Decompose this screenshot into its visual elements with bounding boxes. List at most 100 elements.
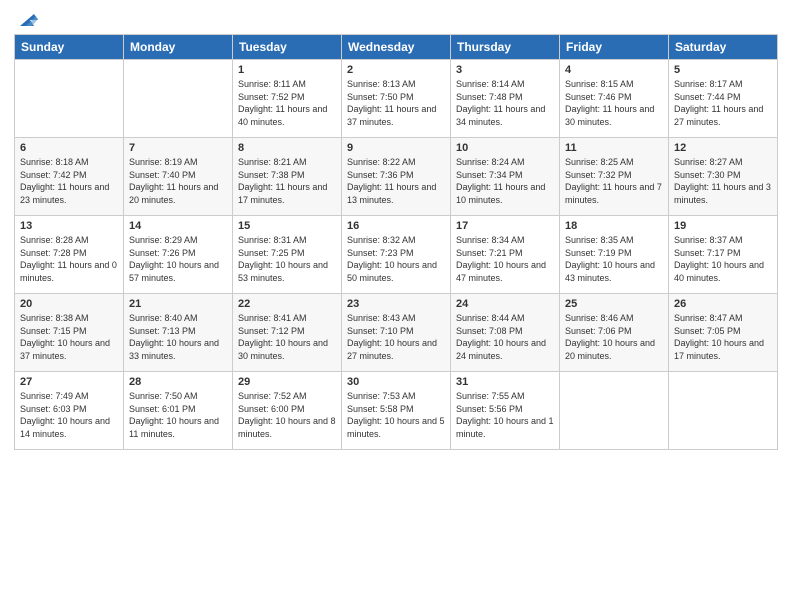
day-info: Sunrise: 8:11 AMSunset: 7:52 PMDaylight:… [238, 79, 327, 127]
calendar-cell: 5 Sunrise: 8:17 AMSunset: 7:44 PMDayligh… [669, 60, 778, 138]
calendar-cell: 23 Sunrise: 8:43 AMSunset: 7:10 PMDaylig… [342, 294, 451, 372]
day-info: Sunrise: 8:27 AMSunset: 7:30 PMDaylight:… [674, 157, 771, 205]
day-number: 22 [238, 298, 336, 310]
day-number: 12 [674, 142, 772, 154]
calendar-cell: 29 Sunrise: 7:52 AMSunset: 6:00 PMDaylig… [233, 372, 342, 450]
day-number: 24 [456, 298, 554, 310]
day-number: 9 [347, 142, 445, 154]
day-number: 26 [674, 298, 772, 310]
logo-icon [16, 10, 38, 28]
calendar-cell: 16 Sunrise: 8:32 AMSunset: 7:23 PMDaylig… [342, 216, 451, 294]
calendar-cell: 25 Sunrise: 8:46 AMSunset: 7:06 PMDaylig… [560, 294, 669, 372]
calendar-cell [124, 60, 233, 138]
day-number: 11 [565, 142, 663, 154]
day-info: Sunrise: 8:22 AMSunset: 7:36 PMDaylight:… [347, 157, 436, 205]
calendar-cell: 31 Sunrise: 7:55 AMSunset: 5:56 PMDaylig… [451, 372, 560, 450]
calendar-cell [669, 372, 778, 450]
day-number: 3 [456, 64, 554, 76]
day-info: Sunrise: 8:14 AMSunset: 7:48 PMDaylight:… [456, 79, 545, 127]
calendar-cell: 19 Sunrise: 8:37 AMSunset: 7:17 PMDaylig… [669, 216, 778, 294]
calendar-cell: 12 Sunrise: 8:27 AMSunset: 7:30 PMDaylig… [669, 138, 778, 216]
day-number: 30 [347, 376, 445, 388]
calendar-cell: 1 Sunrise: 8:11 AMSunset: 7:52 PMDayligh… [233, 60, 342, 138]
weekday-header-monday: Monday [124, 35, 233, 60]
calendar-cell: 22 Sunrise: 8:41 AMSunset: 7:12 PMDaylig… [233, 294, 342, 372]
day-number: 23 [347, 298, 445, 310]
calendar-cell: 27 Sunrise: 7:49 AMSunset: 6:03 PMDaylig… [15, 372, 124, 450]
calendar-cell: 17 Sunrise: 8:34 AMSunset: 7:21 PMDaylig… [451, 216, 560, 294]
calendar-cell: 20 Sunrise: 8:38 AMSunset: 7:15 PMDaylig… [15, 294, 124, 372]
day-number: 29 [238, 376, 336, 388]
day-number: 25 [565, 298, 663, 310]
page-header [14, 10, 778, 26]
day-number: 17 [456, 220, 554, 232]
day-info: Sunrise: 8:40 AMSunset: 7:13 PMDaylight:… [129, 313, 219, 361]
day-info: Sunrise: 8:17 AMSunset: 7:44 PMDaylight:… [674, 79, 763, 127]
calendar-cell: 2 Sunrise: 8:13 AMSunset: 7:50 PMDayligh… [342, 60, 451, 138]
day-number: 14 [129, 220, 227, 232]
day-info: Sunrise: 8:47 AMSunset: 7:05 PMDaylight:… [674, 313, 764, 361]
day-info: Sunrise: 8:29 AMSunset: 7:26 PMDaylight:… [129, 235, 219, 283]
day-info: Sunrise: 8:18 AMSunset: 7:42 PMDaylight:… [20, 157, 109, 205]
day-info: Sunrise: 8:41 AMSunset: 7:12 PMDaylight:… [238, 313, 328, 361]
day-info: Sunrise: 7:55 AMSunset: 5:56 PMDaylight:… [456, 391, 554, 439]
calendar-cell: 9 Sunrise: 8:22 AMSunset: 7:36 PMDayligh… [342, 138, 451, 216]
day-info: Sunrise: 7:52 AMSunset: 6:00 PMDaylight:… [238, 391, 336, 439]
calendar-cell: 18 Sunrise: 8:35 AMSunset: 7:19 PMDaylig… [560, 216, 669, 294]
calendar-cell: 4 Sunrise: 8:15 AMSunset: 7:46 PMDayligh… [560, 60, 669, 138]
day-info: Sunrise: 8:24 AMSunset: 7:34 PMDaylight:… [456, 157, 545, 205]
calendar-cell [560, 372, 669, 450]
day-number: 20 [20, 298, 118, 310]
day-number: 10 [456, 142, 554, 154]
day-info: Sunrise: 7:50 AMSunset: 6:01 PMDaylight:… [129, 391, 219, 439]
day-number: 21 [129, 298, 227, 310]
calendar-cell: 24 Sunrise: 8:44 AMSunset: 7:08 PMDaylig… [451, 294, 560, 372]
weekday-header-tuesday: Tuesday [233, 35, 342, 60]
weekday-header-saturday: Saturday [669, 35, 778, 60]
day-info: Sunrise: 8:19 AMSunset: 7:40 PMDaylight:… [129, 157, 218, 205]
day-number: 7 [129, 142, 227, 154]
day-info: Sunrise: 8:32 AMSunset: 7:23 PMDaylight:… [347, 235, 437, 283]
day-number: 16 [347, 220, 445, 232]
day-info: Sunrise: 7:49 AMSunset: 6:03 PMDaylight:… [20, 391, 110, 439]
day-number: 8 [238, 142, 336, 154]
day-number: 1 [238, 64, 336, 76]
day-info: Sunrise: 8:37 AMSunset: 7:17 PMDaylight:… [674, 235, 764, 283]
weekday-header-thursday: Thursday [451, 35, 560, 60]
day-info: Sunrise: 8:35 AMSunset: 7:19 PMDaylight:… [565, 235, 655, 283]
calendar-cell: 28 Sunrise: 7:50 AMSunset: 6:01 PMDaylig… [124, 372, 233, 450]
weekday-header-sunday: Sunday [15, 35, 124, 60]
logo [14, 10, 38, 26]
day-number: 27 [20, 376, 118, 388]
day-info: Sunrise: 8:43 AMSunset: 7:10 PMDaylight:… [347, 313, 437, 361]
calendar-cell: 26 Sunrise: 8:47 AMSunset: 7:05 PMDaylig… [669, 294, 778, 372]
calendar-cell: 13 Sunrise: 8:28 AMSunset: 7:28 PMDaylig… [15, 216, 124, 294]
day-info: Sunrise: 8:28 AMSunset: 7:28 PMDaylight:… [20, 235, 117, 283]
day-number: 15 [238, 220, 336, 232]
weekday-header-friday: Friday [560, 35, 669, 60]
day-info: Sunrise: 7:53 AMSunset: 5:58 PMDaylight:… [347, 391, 445, 439]
weekday-header-wednesday: Wednesday [342, 35, 451, 60]
day-number: 18 [565, 220, 663, 232]
day-number: 28 [129, 376, 227, 388]
day-info: Sunrise: 8:15 AMSunset: 7:46 PMDaylight:… [565, 79, 654, 127]
calendar-cell: 6 Sunrise: 8:18 AMSunset: 7:42 PMDayligh… [15, 138, 124, 216]
calendar-cell: 14 Sunrise: 8:29 AMSunset: 7:26 PMDaylig… [124, 216, 233, 294]
day-info: Sunrise: 8:13 AMSunset: 7:50 PMDaylight:… [347, 79, 436, 127]
calendar-cell: 21 Sunrise: 8:40 AMSunset: 7:13 PMDaylig… [124, 294, 233, 372]
calendar-cell: 15 Sunrise: 8:31 AMSunset: 7:25 PMDaylig… [233, 216, 342, 294]
day-info: Sunrise: 8:46 AMSunset: 7:06 PMDaylight:… [565, 313, 655, 361]
day-number: 5 [674, 64, 772, 76]
day-info: Sunrise: 8:34 AMSunset: 7:21 PMDaylight:… [456, 235, 546, 283]
calendar-cell: 7 Sunrise: 8:19 AMSunset: 7:40 PMDayligh… [124, 138, 233, 216]
calendar-table: SundayMondayTuesdayWednesdayThursdayFrid… [14, 34, 778, 450]
day-info: Sunrise: 8:31 AMSunset: 7:25 PMDaylight:… [238, 235, 328, 283]
day-number: 4 [565, 64, 663, 76]
calendar-cell: 30 Sunrise: 7:53 AMSunset: 5:58 PMDaylig… [342, 372, 451, 450]
day-info: Sunrise: 8:38 AMSunset: 7:15 PMDaylight:… [20, 313, 110, 361]
day-number: 31 [456, 376, 554, 388]
day-info: Sunrise: 8:44 AMSunset: 7:08 PMDaylight:… [456, 313, 546, 361]
day-number: 2 [347, 64, 445, 76]
day-info: Sunrise: 8:21 AMSunset: 7:38 PMDaylight:… [238, 157, 327, 205]
calendar-cell: 3 Sunrise: 8:14 AMSunset: 7:48 PMDayligh… [451, 60, 560, 138]
